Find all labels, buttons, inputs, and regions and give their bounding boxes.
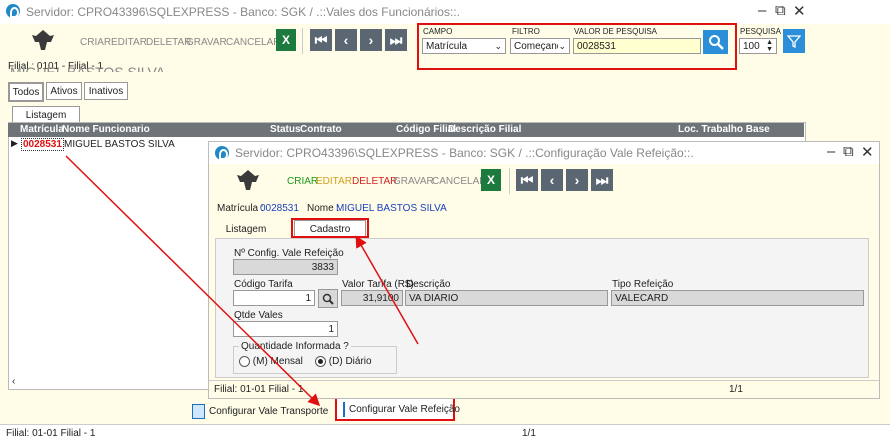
annotation-arrows — [65, 155, 419, 407]
arrow-to-cadastro-tab — [355, 235, 419, 345]
arrow-to-refeicao-button — [65, 155, 321, 407]
